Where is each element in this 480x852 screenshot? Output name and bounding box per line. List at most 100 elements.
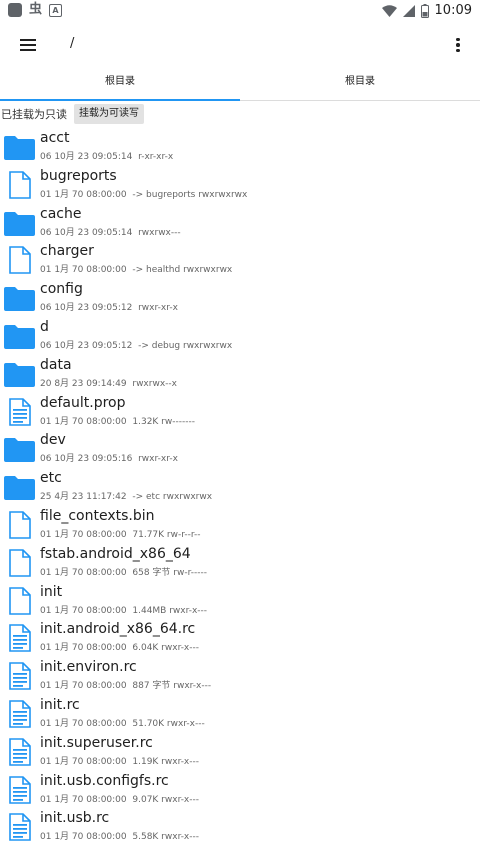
mount-rw-button[interactable]: 挂载为可读写 [74, 104, 144, 124]
file-row[interactable]: init.usb.rc 01 1月 70 08:00:00 5.58K rwxr-… [0, 808, 480, 846]
signal-icon [402, 4, 415, 17]
file-row[interactable]: data 20 8月 23 09:14:49 rwxrwx--x [0, 355, 480, 393]
file-meta: 01 1月 70 08:00:00 -> bugreports rwxrwxrw… [40, 187, 247, 200]
file-name: fstab.android_x86_64 [40, 545, 191, 562]
file-name: cache [40, 205, 82, 222]
file-row[interactable]: fstab.android_x86_64 01 1月 70 08:00:00 65… [0, 544, 480, 582]
app-square-icon [8, 3, 22, 17]
file-meta: 01 1月 70 08:00:00 -> healthd rwxrwxrwx [40, 262, 232, 275]
file-name: config [40, 281, 83, 298]
file-info: r-xr-xr-x [138, 152, 174, 162]
status-time: 10:09 [434, 3, 472, 18]
file-row[interactable]: acct 06 10月 23 09:05:14 r-xr-xr-x [0, 128, 480, 166]
file-date: 20 8月 23 09:14:49 [40, 378, 127, 389]
file-date: 01 1月 70 08:00:00 [40, 756, 127, 767]
status-right-icons: 10:09 [381, 3, 472, 18]
file-info: -> healthd rwxrwxrwx [132, 265, 233, 276]
file-row[interactable]: init.rc 01 1月 70 08:00:00 51.70K rwxr-x--… [0, 695, 480, 733]
file-info: rwxrwx--x [132, 378, 177, 389]
file-row[interactable]: etc 25 4月 23 11:17:42 -> etc rwxrwxrwx [0, 468, 480, 506]
file-list: acct 06 10月 23 09:05:14 r-xr-xr-x bugrepor… [0, 128, 480, 846]
file-icon [3, 511, 36, 539]
file-meta: 01 1月 70 08:00:00 9.07K rwxr-x--- [40, 792, 199, 805]
tab-root-1[interactable]: 根目录 [0, 68, 240, 101]
file-row[interactable]: dev 06 10月 23 09:05:16 rwxr-xr-x [0, 430, 480, 468]
battery-icon [420, 3, 429, 18]
file-name: init.usb.configfs.rc [40, 772, 169, 789]
file-meta: 06 10月 23 09:05:16 rwxr-xr-x [40, 451, 178, 464]
file-icon [3, 246, 36, 275]
file-date: 25 4月 23 11:17:42 [40, 492, 127, 503]
file-info: 5.58K rwxr-x--- [132, 832, 200, 843]
file-row[interactable]: init.environ.rc 01 1月 70 08:00:00 887 字节 … [0, 657, 480, 695]
file-date: 06 10月 23 09:05:12 [40, 303, 133, 314]
file-name: default.prop [40, 394, 126, 411]
file-meta: 01 1月 70 08:00:00 887 字节 rwxr-x--- [40, 678, 211, 691]
file-date: 01 1月 70 08:00:00 [40, 832, 127, 843]
file-icon [3, 170, 36, 199]
file-date: 01 1月 70 08:00:00 [40, 794, 127, 805]
file-row[interactable]: cache 06 10月 23 09:05:14 rwxrwx--- [0, 204, 480, 242]
file-info: 6.04K rwxr-x--- [132, 643, 200, 654]
file-meta: 01 1月 70 08:00:00 6.04K rwxr-x--- [40, 640, 199, 653]
file-row[interactable]: config 06 10月 23 09:05:12 rwxr-xr-x [0, 279, 480, 317]
file-meta: 01 1月 70 08:00:00 1.32K rw------- [40, 414, 195, 427]
file-meta: 25 4月 23 11:17:42 -> etc rwxrwxrwx [40, 489, 212, 502]
file-meta: 20 8月 23 09:14:49 rwxrwx--x [40, 376, 177, 389]
file-date: 01 1月 70 08:00:00 [40, 265, 127, 276]
file-date: 01 1月 70 08:00:00 [40, 643, 127, 654]
file-date: 01 1月 70 08:00:00 [40, 681, 127, 692]
file-date: 06 10月 23 09:05:12 [40, 340, 133, 351]
folder-icon [3, 435, 36, 463]
file-row[interactable]: bugreports 01 1月 70 08:00:00 -> bugreport… [0, 166, 480, 204]
file-name: init.usb.rc [40, 810, 110, 827]
text-file-icon [3, 775, 36, 804]
tab-bar: 根目录 根目录 [0, 68, 480, 101]
text-file-icon [3, 397, 36, 426]
overflow-menu-icon[interactable] [450, 32, 466, 58]
file-date: 06 10月 23 09:05:16 [40, 454, 133, 465]
file-row[interactable]: file_contexts.bin 01 1月 70 08:00:00 71.77… [0, 506, 480, 544]
file-info: 658 字节 rw-r----- [132, 567, 207, 578]
file-date: 01 1月 70 08:00:00 [40, 189, 127, 200]
file-date: 01 1月 70 08:00:00 [40, 718, 127, 729]
file-name: charger [40, 243, 94, 260]
file-info: 887 字节 rwxr-x--- [132, 681, 212, 692]
file-meta: 01 1月 70 08:00:00 71.77K rw-r--r-- [40, 527, 200, 540]
hamburger-menu-icon[interactable] [13, 32, 43, 58]
file-name: init.android_x86_64.rc [40, 621, 196, 638]
file-date: 06 10月 23 09:05:14 [40, 152, 133, 162]
file-name: init [40, 583, 63, 600]
app-bar: / [0, 22, 480, 68]
file-date: 01 1月 70 08:00:00 [40, 567, 127, 578]
file-row[interactable]: init.android_x86_64.rc 01 1月 70 08:00:00 … [0, 619, 480, 657]
file-date: 06 10月 23 09:05:14 [40, 227, 133, 238]
file-info: rwxrwx--- [138, 227, 181, 238]
file-meta: 06 10月 23 09:05:14 rwxrwx--- [40, 225, 181, 238]
tab-root-2[interactable]: 根目录 [240, 68, 480, 100]
status-bar: 虫 A 10:09 [0, 0, 480, 22]
file-row[interactable]: init.usb.configfs.rc 01 1月 70 08:00:00 9.… [0, 771, 480, 809]
file-row[interactable]: d 06 10月 23 09:05:12 -> debug rwxrwxrwx [0, 317, 480, 355]
file-meta: 06 10月 23 09:05:14 r-xr-xr-x [40, 149, 173, 162]
current-path: / [70, 36, 75, 51]
file-row[interactable]: default.prop 01 1月 70 08:00:00 1.32K rw--… [0, 393, 480, 431]
mount-status-label: 已挂载为只读 [1, 108, 67, 121]
file-date: 01 1月 70 08:00:00 [40, 605, 127, 616]
file-row[interactable]: init 01 1月 70 08:00:00 1.44MB rwxr-x--- [0, 582, 480, 620]
file-row[interactable]: init.superuser.rc 01 1月 70 08:00:00 1.19K… [0, 733, 480, 771]
folder-icon [3, 322, 36, 350]
text-file-icon [3, 700, 36, 728]
file-info: 9.07K rwxr-x--- [132, 794, 200, 805]
file-info: -> debug rwxrwxrwx [138, 340, 233, 351]
text-file-icon [3, 662, 36, 690]
folder-icon [3, 209, 36, 237]
file-row[interactable]: charger 01 1月 70 08:00:00 -> healthd rwxr… [0, 241, 480, 279]
file-name: acct [40, 130, 70, 146]
folder-icon [3, 360, 36, 388]
file-meta: 01 1月 70 08:00:00 51.70K rwxr-x--- [40, 716, 205, 729]
file-info: 71.77K rw-r--r-- [132, 529, 201, 540]
file-meta: 01 1月 70 08:00:00 658 字节 rw-r----- [40, 565, 207, 578]
file-icon [3, 586, 36, 615]
file-name: bugreports [40, 167, 117, 184]
